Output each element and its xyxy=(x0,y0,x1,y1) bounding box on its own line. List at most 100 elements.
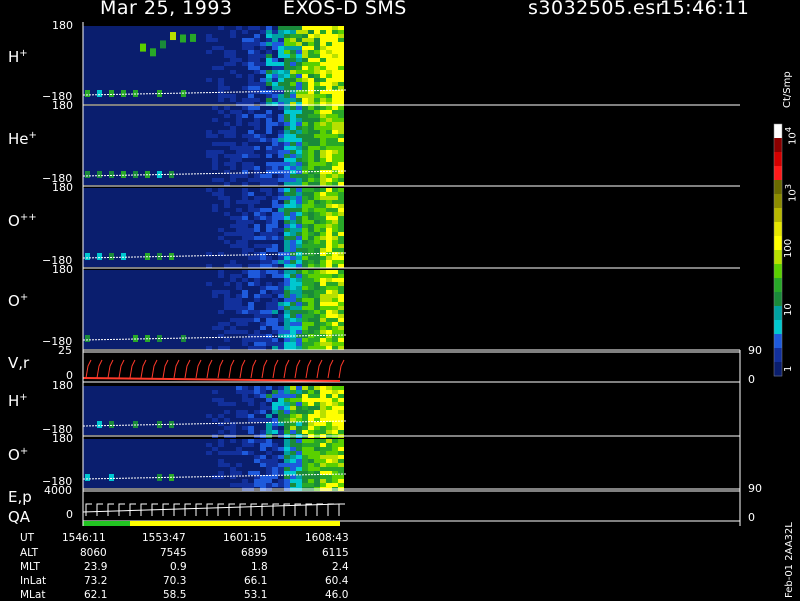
h1-cell xyxy=(218,26,224,30)
o1-cell xyxy=(272,330,278,334)
h2-cell xyxy=(254,394,260,398)
h1-cell xyxy=(266,98,272,102)
h2-cell xyxy=(302,422,308,426)
o2-cell xyxy=(248,471,254,475)
he-cell xyxy=(302,130,308,134)
h1-cell xyxy=(326,26,332,30)
alt-value-2: 7545 xyxy=(160,547,187,559)
colorbar-segment xyxy=(774,236,782,251)
h1-cell xyxy=(320,74,326,78)
o1-cell xyxy=(320,338,326,342)
he-cell xyxy=(284,122,290,126)
he-cell xyxy=(338,178,344,182)
o1-cell xyxy=(332,318,338,322)
opp-cell xyxy=(236,208,242,212)
opp-cell xyxy=(338,216,344,220)
o2-cell xyxy=(338,467,344,471)
o1-cell xyxy=(272,318,278,322)
opp-cell xyxy=(260,216,266,220)
he-cell xyxy=(302,182,308,186)
o1-cell xyxy=(320,282,326,286)
he-cell xyxy=(296,162,302,166)
ep-panel-frame xyxy=(82,490,741,522)
o2-cell xyxy=(326,459,332,463)
he-cell xyxy=(230,146,236,150)
he-cell xyxy=(272,162,278,166)
o1-cell xyxy=(302,286,308,290)
h1-cell xyxy=(326,86,332,90)
h2-cell xyxy=(272,394,278,398)
he-cell xyxy=(260,174,266,178)
h1-burst xyxy=(109,90,114,97)
h1-cell xyxy=(296,70,302,74)
h1-cell xyxy=(254,82,260,86)
o1-cell xyxy=(326,342,332,346)
o1-cell xyxy=(296,286,302,290)
opp-cell xyxy=(224,200,230,204)
o2-cell xyxy=(314,475,320,479)
o1-cell xyxy=(290,314,296,318)
opp-cell xyxy=(254,264,260,268)
opp-cell xyxy=(320,244,326,248)
o2-cell xyxy=(296,483,302,487)
o1-cell xyxy=(320,314,326,318)
o1-cell xyxy=(260,290,266,294)
opp-cell xyxy=(242,192,248,196)
h1-cell xyxy=(308,50,314,54)
o2-cell xyxy=(296,475,302,479)
opp-cell xyxy=(302,244,308,248)
o2-cell xyxy=(338,483,344,487)
o1-cell xyxy=(212,294,218,298)
opp-cell xyxy=(308,244,314,248)
ep-bottom-tick: 0 xyxy=(66,508,73,521)
opp-cell xyxy=(314,204,320,208)
opp-cell xyxy=(266,224,272,228)
he-cell xyxy=(308,110,314,114)
o1-cell xyxy=(236,274,242,278)
opp-cell xyxy=(332,220,338,224)
mlt-value-2: 0.9 xyxy=(170,561,187,573)
opp-cell xyxy=(254,252,260,256)
he-cell xyxy=(284,138,290,142)
opp-cell xyxy=(314,248,320,252)
h1-cell xyxy=(284,90,290,94)
o1-cell xyxy=(308,298,314,302)
h1-cell xyxy=(242,86,248,90)
opp-cell xyxy=(284,192,290,196)
o1-cell xyxy=(254,294,260,298)
o2-cell xyxy=(266,479,272,483)
o1-cell xyxy=(272,338,278,342)
h2-cell xyxy=(320,386,326,390)
o1-cell xyxy=(332,290,338,294)
he-cell xyxy=(212,178,218,182)
h1-cell xyxy=(272,86,278,90)
o2-cell xyxy=(284,455,290,459)
he-cell xyxy=(290,182,296,186)
h1-cell xyxy=(290,62,296,66)
o2-cell xyxy=(290,459,296,463)
o2-cell xyxy=(284,447,290,451)
h1-cell xyxy=(308,54,314,58)
h2-cell xyxy=(248,426,254,430)
he-cell xyxy=(212,118,218,122)
opp-burst xyxy=(121,253,126,260)
o2-cell xyxy=(290,479,296,483)
he-cell xyxy=(242,174,248,178)
h2-cell xyxy=(326,394,332,398)
he-cell xyxy=(290,114,296,118)
h1-cell xyxy=(326,42,332,46)
h1-cell xyxy=(314,50,320,54)
he-cell xyxy=(338,150,344,154)
h1-cell xyxy=(326,30,332,34)
o1-cell xyxy=(332,298,338,302)
he-cell xyxy=(296,174,302,178)
he-cell xyxy=(302,174,308,178)
he-cell xyxy=(338,162,344,166)
o1-cell xyxy=(266,282,272,286)
he-cell xyxy=(260,138,266,142)
o1-cell xyxy=(290,338,296,342)
opp-cell xyxy=(332,204,338,208)
h1-cell xyxy=(248,38,254,42)
h2-cell xyxy=(284,414,290,418)
h2-cell xyxy=(332,426,338,430)
